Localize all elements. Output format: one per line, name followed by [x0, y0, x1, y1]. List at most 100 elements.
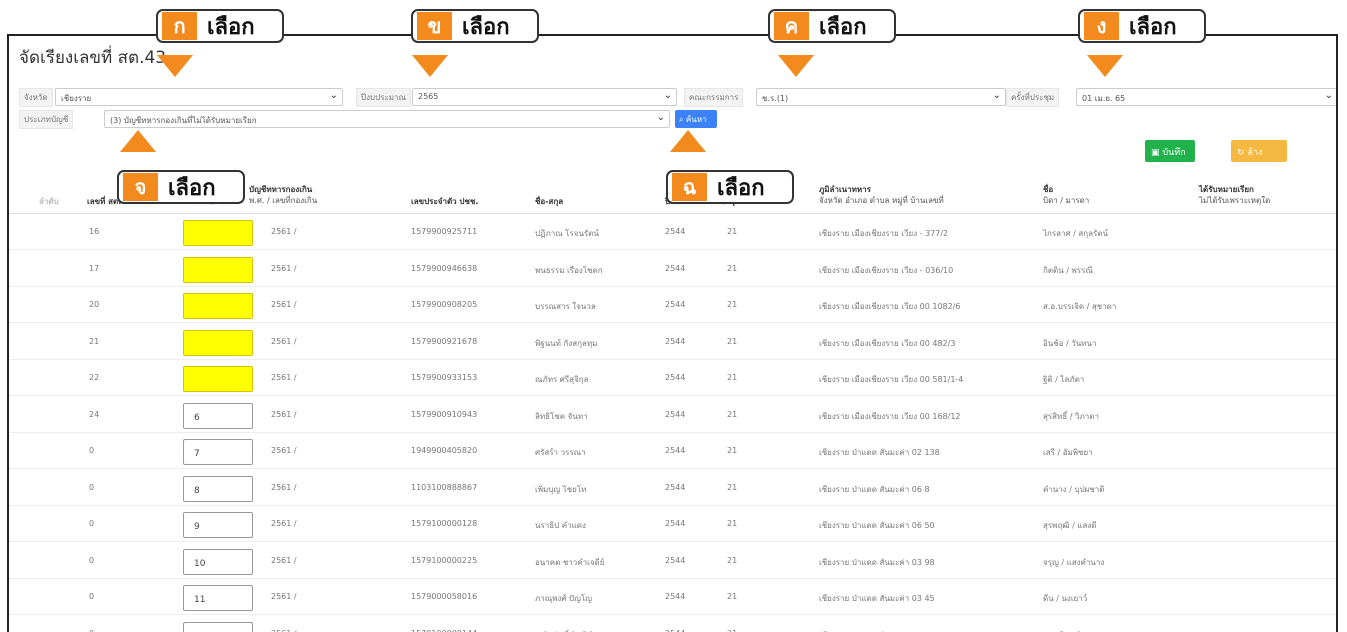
- account-type-value: (3) บัญชีทหารกองเกินที่ไม่ได้รับหมายเรีย…: [110, 116, 257, 125]
- search-button[interactable]: ⌕ ค้นหา: [675, 110, 717, 128]
- cell-birth: 2544: [665, 336, 686, 346]
- table-row: 21 2561 / 1579900921678 พิฐนนท์ กังสกุลทุม 2…: [9, 324, 1336, 360]
- callout-f: ฉ เลือก: [666, 170, 794, 204]
- cell-number: 0: [89, 592, 95, 601]
- header-reason-sub: ไม่ได้รับเพราะเหตุใด: [1199, 196, 1271, 205]
- header-account-title: บัญชีทหารกองเกิน: [249, 185, 313, 194]
- cell-idcard: 1579900946638: [411, 263, 478, 273]
- cell-birth: 2544: [665, 629, 685, 632]
- callout-b: ข เลือก: [411, 9, 539, 43]
- committee-select[interactable]: ช.ร.(1) ⌄: [756, 88, 1006, 106]
- header-idcard: เลขประจำตัว ปชช.: [411, 197, 479, 206]
- page-title: จัดเรียงเลขที่ สต.43: [19, 48, 167, 68]
- cell-address: เชียงราย ป่าแดด สันมะค่า 06 50: [819, 521, 935, 530]
- cell-number: 17: [89, 263, 100, 273]
- arrow-down-icon: [1087, 55, 1123, 77]
- account-type-select[interactable]: (3) บัญชีทหารกองเกินที่ไม่ได้รับหมายเรีย…: [104, 110, 670, 128]
- cell-birth: 2544: [665, 373, 686, 382]
- cell-idcard: 1579900921678: [411, 336, 478, 346]
- cell-account: 2561 /: [271, 300, 297, 309]
- cell-age: 21: [727, 446, 738, 455]
- cell-number: 22: [89, 373, 100, 382]
- table-row: 0 2561 / 1579000058016 ภาณุพงศ์ ปัญโญ 2544 21…: [9, 579, 1336, 615]
- cell-account: 2561 /: [271, 519, 297, 528]
- table-row: 0 2561 / 1103100888867 เพิ่มบุญ ไชยโท 2544 21…: [9, 470, 1336, 506]
- cell-address: เชียงราย ป่าแดด สันมะค่า 02 138: [819, 448, 940, 457]
- cell-account: 2561 /: [271, 592, 297, 601]
- cell-account: 2561 /: [271, 227, 297, 236]
- order-input[interactable]: [183, 366, 253, 392]
- main-frame: จัดเรียงเลขที่ สต.43 จังหวัด เชียงราย ⌄ …: [7, 34, 1338, 632]
- account-type-label: ประเภทบัญชี: [19, 110, 74, 129]
- order-input[interactable]: [183, 220, 253, 246]
- province-select[interactable]: เชียงราย ⌄: [55, 88, 343, 106]
- cell-age: 21: [727, 263, 738, 273]
- header-parents-sub: บิดา / มารดา: [1043, 196, 1090, 205]
- order-input[interactable]: 7: [183, 439, 253, 465]
- header-address-sub: จังหวัด อำเภอ ตำบล หมู่ที่ บ้านเลขที่: [819, 196, 944, 205]
- cell-number: 0: [89, 555, 95, 565]
- header-no: ลำดับ: [39, 197, 59, 206]
- chevron-down-icon: ⌄: [329, 90, 338, 101]
- cell-name: ลิทธิโชค จันทา: [535, 411, 588, 421]
- cell-name: บรรณสาร ใจนวล: [535, 302, 596, 311]
- order-input[interactable]: [183, 256, 253, 283]
- cell-account: 2561 /: [271, 629, 297, 632]
- callout-f-letter: ฉ: [672, 173, 707, 201]
- order-input[interactable]: 6: [183, 402, 253, 429]
- cell-age: 21: [727, 373, 738, 382]
- cell-birth: 2544: [665, 409, 686, 419]
- header-name: ชื่อ-สกุล: [535, 197, 564, 206]
- callout-e-letter: จ: [123, 173, 158, 201]
- cell-account: 2561 /: [271, 336, 297, 346]
- table-row: 16 2561 / 1579900925711 ปฏิภาณ โรจนรัตน์ 254…: [9, 214, 1336, 250]
- cell-parents: สุรพฤฒิ / แสงดี: [1043, 521, 1097, 530]
- chevron-down-icon: ⌄: [1324, 90, 1333, 101]
- callout-b-word: เลือก: [462, 14, 510, 40]
- cell-birth: 2544: [665, 482, 686, 492]
- header-account: บัญชีทหารกองเกิน พ.ศ. / เลขที่กองเกิน: [249, 184, 317, 206]
- cell-parents: คำนาง / บุปผชาติ: [1043, 484, 1105, 494]
- search-button-label: ค้นหา: [686, 115, 707, 124]
- cell-name: เพิ่มบุญ ไชยโท: [535, 484, 587, 494]
- search-icon: ⌕: [679, 115, 684, 124]
- year-select[interactable]: 2565 ⌄: [412, 88, 677, 106]
- cell-account: 2561 /: [271, 263, 297, 273]
- order-input[interactable]: 10: [183, 548, 253, 575]
- cell-name: พิฐนนท์ กังสกุลทุม: [535, 338, 598, 348]
- table-row: 24 2561 / 1579900910943 ลิทธิโชค จันทา 2544 2…: [9, 397, 1336, 433]
- cell-idcard: 1579900908205: [411, 300, 478, 309]
- round-select[interactable]: 01 เม.ย. 65 ⌄: [1076, 88, 1336, 106]
- clear-icon: ↻: [1237, 148, 1245, 158]
- order-input[interactable]: 11: [183, 585, 253, 611]
- chevron-down-icon: ⌄: [663, 90, 672, 101]
- cell-birth: 2544: [665, 300, 686, 309]
- save-button-label: บันทึก: [1162, 148, 1186, 158]
- cell-age: 21: [727, 482, 738, 492]
- chevron-down-icon: ⌄: [992, 90, 1001, 101]
- cell-idcard: 1949900405820: [411, 446, 478, 455]
- cell-number: 0: [89, 629, 94, 632]
- cell-parents: กิตติน / พรรณี: [1043, 265, 1093, 275]
- save-icon: ▣: [1151, 148, 1160, 158]
- table-row: 17 2561 / 1579900946638 พนธรรม เรืองโชตก 254…: [9, 251, 1336, 287]
- callout-d-word: เลือก: [1129, 14, 1177, 40]
- order-input[interactable]: 12: [183, 621, 253, 632]
- cell-idcard: 1103100888867: [411, 482, 478, 492]
- cell-age: 21: [727, 409, 738, 419]
- save-button[interactable]: ▣ บันทึก: [1145, 140, 1195, 162]
- cell-age: 21: [727, 336, 738, 346]
- cell-address: เชียงราย เมืองเชียงราย เวียง - 036/10: [819, 265, 954, 275]
- committee-value: ช.ร.(1): [762, 94, 789, 103]
- cell-parents: นฤบดี / สุพิน: [1043, 629, 1087, 632]
- province-label: จังหวัด: [19, 88, 53, 107]
- order-input[interactable]: [183, 329, 253, 356]
- clear-button[interactable]: ↻ ล้าง: [1231, 140, 1287, 162]
- cell-parents: ดีน / นงเยาว์: [1043, 594, 1088, 603]
- order-input[interactable]: 8: [183, 475, 253, 502]
- order-input[interactable]: 9: [183, 512, 253, 538]
- cell-name: อนาคต ชาวคำเจดีย์: [535, 557, 605, 567]
- chevron-down-icon: ⌄: [656, 112, 665, 123]
- order-input[interactable]: [183, 293, 253, 319]
- cell-idcard: 1579900910943: [411, 409, 478, 419]
